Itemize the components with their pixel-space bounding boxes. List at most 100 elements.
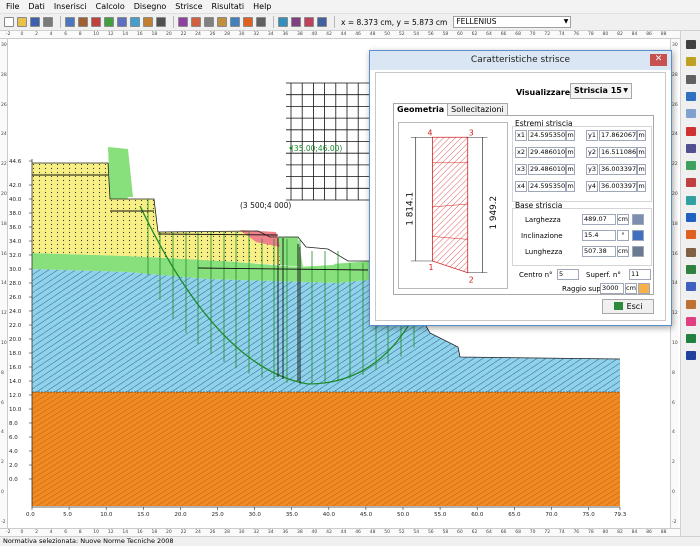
radius-color-icon[interactable]: [638, 283, 650, 294]
stats-icon[interactable]: [104, 17, 114, 27]
report-icon[interactable]: [65, 17, 75, 27]
x-value-field[interactable]: 24.595350: [528, 181, 566, 192]
water-icon[interactable]: [130, 17, 140, 27]
y-value-field[interactable]: 17.862067: [599, 130, 637, 141]
water-icon[interactable]: [686, 213, 696, 222]
dim-icon[interactable]: [686, 282, 696, 292]
chart-icon[interactable]: [143, 17, 153, 27]
ruler-tick-label: 0: [1, 490, 4, 495]
x-value-field[interactable]: 29.486010: [528, 147, 566, 158]
save-icon[interactable]: [30, 17, 40, 27]
ruler-tick-label: 60: [457, 530, 463, 535]
y-axis-label: 10.0: [9, 407, 22, 413]
menu-item-strisce[interactable]: Strisce: [175, 0, 202, 14]
menu-item-calcolo[interactable]: Calcolo: [96, 0, 125, 14]
ruler-tick-label: 16: [136, 530, 143, 535]
radius-field[interactable]: 3000: [600, 283, 624, 294]
menu-item-dati[interactable]: Dati: [28, 0, 44, 14]
ruler-tick-label: 18: [672, 221, 678, 227]
color-icon[interactable]: [686, 316, 696, 326]
strip-select-value: Striscia 15: [574, 86, 622, 95]
ruler-icon[interactable]: [278, 17, 288, 27]
load-icon[interactable]: [230, 17, 240, 27]
menu-item-file[interactable]: File: [6, 0, 19, 14]
calc-icon[interactable]: [178, 17, 188, 27]
length-icon[interactable]: [632, 246, 644, 257]
strip-select[interactable]: Striscia 15 ▼: [570, 83, 632, 99]
tree-icon[interactable]: [686, 334, 696, 344]
menu-item-risultati[interactable]: Risultati: [212, 0, 245, 14]
palette-icon[interactable]: [243, 17, 253, 27]
undo-icon[interactable]: [43, 17, 53, 27]
layer-icon[interactable]: [686, 109, 696, 119]
y-value-field[interactable]: 36.003397: [599, 164, 637, 175]
strip-icon[interactable]: [686, 195, 696, 205]
base-value-field[interactable]: 507.38: [582, 246, 616, 257]
ruler-tick-label: 20: [166, 32, 172, 37]
new-file-icon[interactable]: [4, 17, 14, 27]
tab-geometria[interactable]: Geometria: [393, 103, 449, 116]
ruler-tick-label: 78: [588, 32, 594, 37]
polyline-icon[interactable]: [686, 143, 696, 153]
layers-icon[interactable]: [117, 17, 127, 27]
ruler-tick-label: 40: [311, 530, 318, 535]
y-axis-label: 8.0: [9, 421, 18, 427]
anchor-icon[interactable]: [217, 17, 227, 27]
line-icon[interactable]: [686, 91, 696, 101]
center-field[interactable]: 5: [557, 269, 579, 280]
ruler-tick-label: 16: [136, 32, 143, 37]
menu-item-inserisci[interactable]: Inserisci: [54, 0, 87, 14]
wall-icon[interactable]: [204, 17, 214, 27]
polygon-icon[interactable]: [686, 161, 696, 171]
calc-icon-2[interactable]: [191, 17, 201, 27]
ruler-tick-label: 88: [660, 32, 667, 37]
method-select[interactable]: FELLENIUS ▼: [453, 16, 572, 28]
exit-button[interactable]: Esci: [602, 299, 654, 314]
strip-preview: 4 3 1 2 1 814.1 1 949.2: [398, 122, 508, 289]
ruler-tick-label: 46: [355, 32, 361, 37]
zoom-icon[interactable]: [291, 17, 301, 27]
width-icon[interactable]: [632, 214, 644, 225]
color-icon[interactable]: [304, 17, 314, 27]
base-value-field[interactable]: 489.07: [582, 214, 616, 225]
grid-icon[interactable]: [156, 17, 166, 27]
surface-field[interactable]: 11: [629, 269, 651, 280]
y-axis-label: 4.0: [9, 449, 18, 455]
inclination-icon[interactable]: [632, 230, 644, 241]
base-value-field[interactable]: 15.4: [582, 230, 616, 241]
menu-item-help[interactable]: Help: [253, 0, 271, 14]
ruler-tick-label: 14: [1, 281, 7, 287]
anchor-icon[interactable]: [686, 247, 696, 257]
ruler-tick-label: 54: [413, 32, 420, 37]
help-icon[interactable]: [317, 17, 327, 27]
pan-icon[interactable]: [686, 40, 696, 49]
y-value-field[interactable]: 16.511086: [599, 147, 637, 158]
ruler-tick-label: 80: [602, 530, 609, 535]
surface-icon[interactable]: [686, 178, 696, 188]
x-unit: m: [566, 130, 575, 141]
ruler-tick-label: 42: [326, 530, 332, 535]
grid-icon[interactable]: [686, 74, 696, 84]
open-folder-icon[interactable]: [17, 17, 27, 27]
line-red-icon[interactable]: [686, 126, 696, 136]
surface-icon[interactable]: [78, 17, 88, 27]
print-icon[interactable]: [256, 17, 266, 27]
select-icon[interactable]: [686, 57, 696, 67]
text-icon[interactable]: [686, 264, 696, 274]
base-unit: cm: [617, 246, 629, 257]
x-value-field[interactable]: 24.595350: [528, 130, 566, 141]
ruler-tick-label: 24: [195, 530, 201, 535]
x-value-field[interactable]: 29.486010: [528, 164, 566, 175]
histogram-icon[interactable]: [686, 351, 696, 361]
ruler-tick-label: 58: [442, 32, 449, 37]
load-icon[interactable]: [686, 230, 696, 240]
strip-icon[interactable]: [91, 17, 101, 27]
y-value-field[interactable]: 36.003397: [599, 181, 637, 192]
ruler-tick-label: 68: [515, 530, 521, 535]
ruler-tick-label: 52: [398, 530, 405, 535]
ruler-tick-label: 0: [20, 32, 24, 37]
extremes-title: Estremi striscia: [515, 119, 573, 128]
close-button[interactable]: ✕: [650, 54, 667, 66]
soil-icon[interactable]: [686, 299, 696, 309]
menu-item-disegno[interactable]: Disegno: [134, 0, 167, 14]
